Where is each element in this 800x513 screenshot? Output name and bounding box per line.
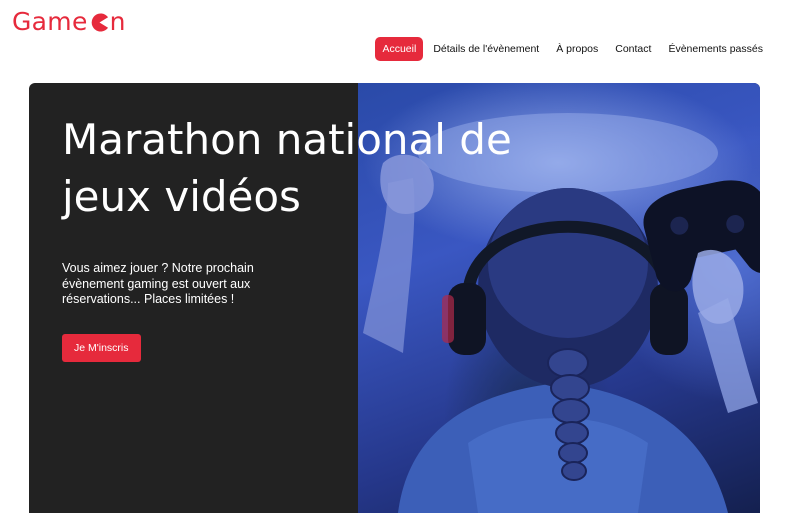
logo[interactable]: Game n (12, 6, 126, 36)
nav-item-evenements-passes[interactable]: Évènements passés (661, 37, 770, 61)
nav-item-details[interactable]: Détails de l'évènement (426, 37, 546, 61)
main-nav: Accueil Détails de l'évènement À propos … (372, 37, 770, 61)
nav-item-accueil[interactable]: Accueil (375, 37, 424, 61)
pacman-icon (91, 12, 108, 32)
logo-text-start: Game (12, 6, 88, 36)
hero-description: Vous aimez jouer ? Notre prochain évènem… (62, 261, 254, 306)
nav-item-contact[interactable]: Contact (608, 37, 658, 61)
hero-section: Marathon national de jeux vidéos Vous ai… (29, 83, 760, 513)
nav-item-a-propos[interactable]: À propos (549, 37, 605, 61)
hero-title: Marathon national de jeux vidéos (62, 115, 512, 221)
signup-button[interactable]: Je M'inscris (62, 334, 141, 362)
logo-text-end: n (109, 6, 126, 36)
